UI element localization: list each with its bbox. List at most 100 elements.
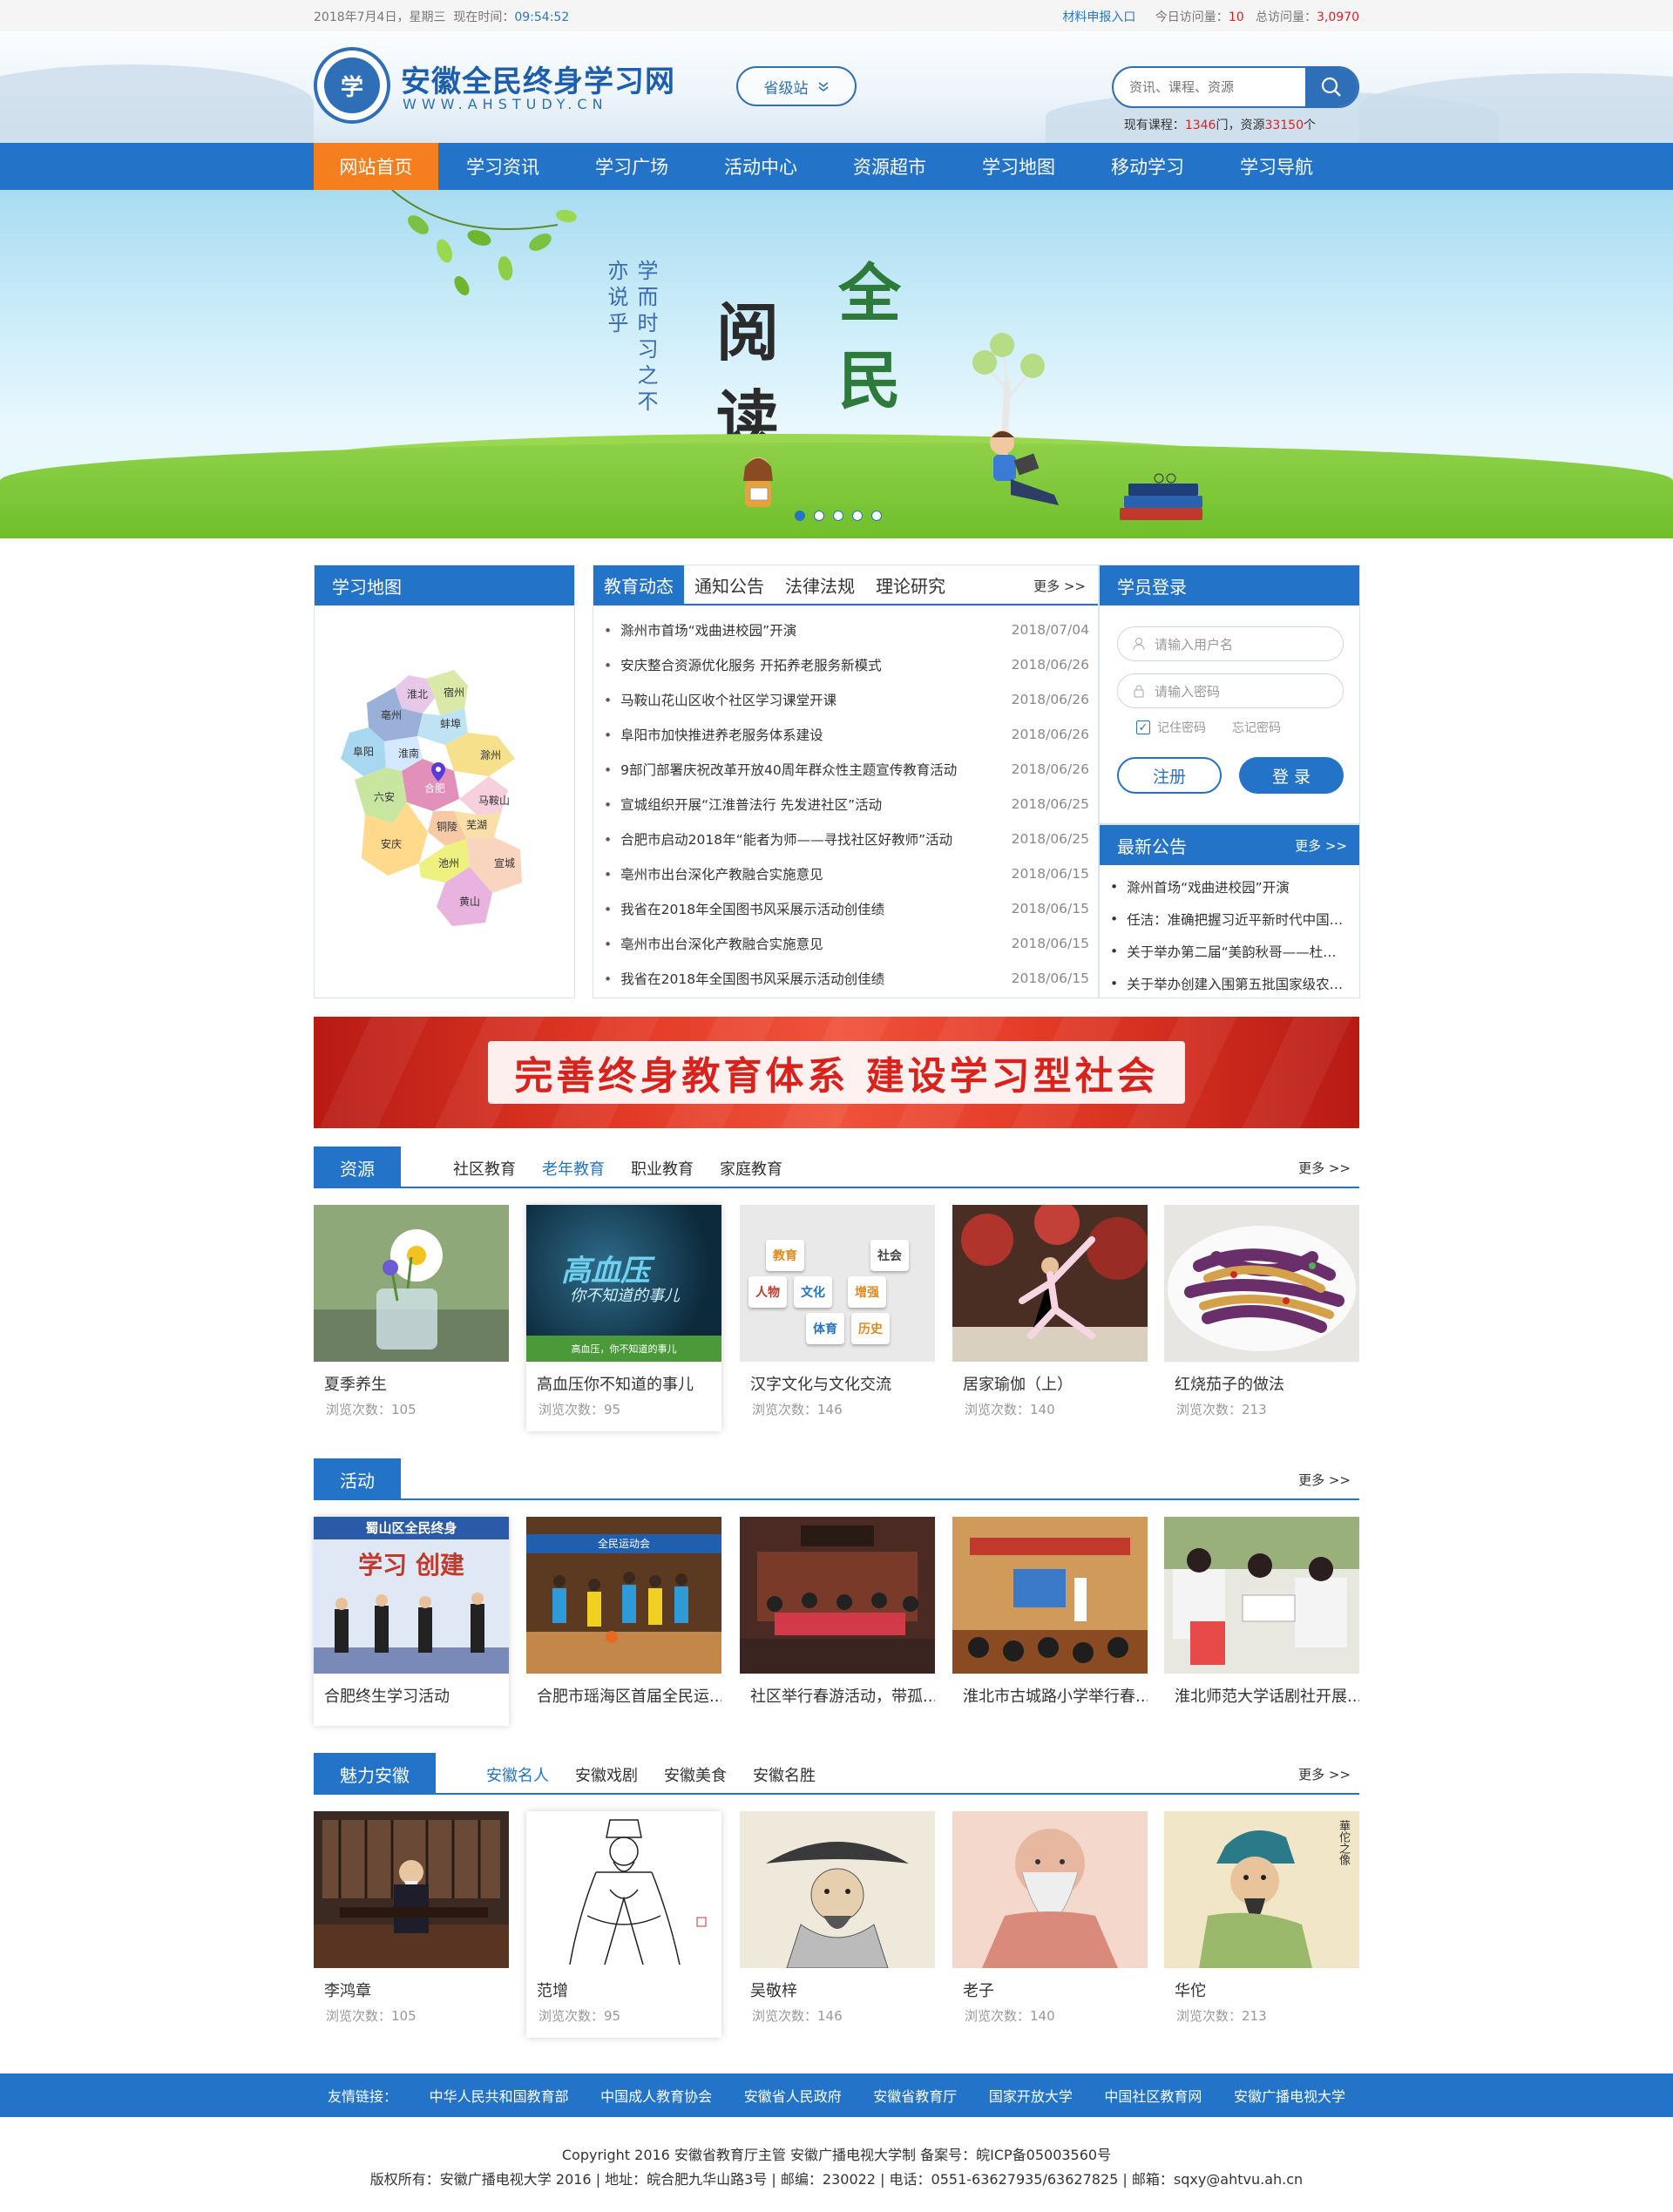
activity-card[interactable]: 淮北市古城路小学举行春... [952,1517,1148,1707]
news-item[interactable]: 我省在2018年全国图书风采展示活动创佳绩 2018/06/15 [602,961,1089,996]
notice-item[interactable]: 关于举办第二届“美韵秋哥——杜… [1110,935,1349,967]
site-logo[interactable]: 学 [314,47,390,124]
tab-laws[interactable]: 法律法规 [775,565,865,604]
news-item[interactable]: 亳州市出台深化产教融合实施意见 2018/06/15 [602,926,1089,961]
news-title: 我省在2018年全国图书风采展示活动创佳绩 [602,969,1002,988]
stats-prefix: 现有课程： [1123,118,1185,132]
charm-title: 魅力安徽 [314,1753,436,1795]
site-name[interactable]: 安徽全民终身学习网 [401,57,675,100]
news-date: 2018/06/26 [1011,692,1089,707]
carousel-dot[interactable] [795,511,805,521]
tab-family-edu[interactable]: 家庭教育 [720,1157,782,1180]
contact-line: 版权所有：安徽广播电视大学 2016 | 地址：皖合肥九华山路3号 | 邮编：2… [369,2171,1304,2188]
tab-notices[interactable]: 通知公告 [684,565,775,604]
resource-card[interactable]: 红烧茄子的做法 浏览次数：213 [1164,1205,1359,1418]
footer-link[interactable]: 国家开放大学 [989,2085,1073,2106]
visit-stats: 材料申报入口 今日访问量：10 总访问量：3,0970 [1062,8,1359,25]
charm-thumbnail [740,1811,935,1968]
charm-card[interactable]: 老子 浏览次数：140 [952,1811,1148,2025]
charm-more-link[interactable]: 更多 >> [1298,1765,1351,1783]
footer-link[interactable]: 安徽广播电视大学 [1234,2085,1345,2106]
news-title: 9部门部署庆祝改革开放40周年群众性主题宣传教育活动 [602,760,1002,779]
login-button[interactable]: 登 录 [1239,757,1344,794]
tab-senior-edu[interactable]: 老年教育 [542,1157,605,1180]
slogan-banner[interactable]: 完善终身教育体系 建设学习型社会 [314,1017,1359,1128]
nav-guide[interactable]: 学习导航 [1212,143,1341,190]
resource-card[interactable]: 居家瑜伽（上） 浏览次数：140 [952,1205,1148,1418]
nav-square[interactable]: 学习广场 [567,143,696,190]
news-item[interactable]: 宣城组织开展“江淮普法行 先发进社区”活动 2018/06/25 [602,787,1089,822]
activity-card[interactable]: 全民运动会 合肥市瑶海区首届全民运... [526,1517,721,1707]
nav-resource[interactable]: 资源超市 [825,143,954,190]
charm-card[interactable]: 華佗之像 华佗 浏览次数：213 [1164,1811,1359,2025]
portrait-caption: 華佗之像 [1337,1820,1350,1865]
hero-banner[interactable]: 学而时习之不亦说乎 阅 读 全 民 [0,190,1673,538]
site-url: WWW.AHSTUDY.CN [403,96,608,112]
anhui-map[interactable]: 淮北 宿州亳州蚌埠 阜阳 淮南 滁州合肥 六安 马鞍山芜湖铜陵 安庆池州 宣城黄山 [315,605,574,998]
notice-more-link[interactable]: 更多 >> [1295,836,1347,855]
tab-food[interactable]: 安徽美食 [664,1763,727,1786]
activity-card[interactable]: 淮北师范大学话剧社开展... [1164,1517,1359,1707]
tab-theory[interactable]: 理论研究 [865,565,956,604]
activity-card[interactable]: 蜀山区全民终身 学习 创建 合肥终生学习活动 [314,1517,509,1726]
charm-card[interactable]: 吴敬梓 浏览次数：146 [740,1811,935,2025]
tab-opera[interactable]: 安徽戏剧 [575,1763,638,1786]
news-item[interactable]: 9部门部署庆祝改革开放40周年群众性主题宣传教育活动 2018/06/26 [602,752,1089,787]
news-item[interactable]: 阜阳市加快推进养老服务体系建设 2018/06/26 [602,717,1089,752]
activity-thumbnail: 全民运动会 [526,1517,721,1674]
news-item[interactable]: 我省在2018年全国图书风采展示活动创佳绩 2018/06/15 [602,891,1089,926]
carousel-dot[interactable] [833,511,843,521]
notice-item[interactable]: 关于举办创建入围第五批国家级农… [1110,967,1349,999]
search-button[interactable] [1305,68,1358,106]
footer-link[interactable]: 中国社区教育网 [1104,2085,1202,2106]
province-dropdown[interactable]: 省级站 [736,66,857,106]
charm-name: 范增 [537,1982,568,2000]
news-more-link[interactable]: 更多 >> [1033,577,1086,595]
activity-thumbnail [952,1517,1148,1674]
svg-text:马鞍山: 马鞍山 [478,794,510,807]
activity-thumbnail [1164,1517,1359,1674]
resources-more-link[interactable]: 更多 >> [1298,1159,1351,1177]
charm-card[interactable]: 范增 浏览次数：95 [526,1811,721,2038]
report-link[interactable]: 材料申报入口 [1062,10,1135,24]
tab-community-edu[interactable]: 社区教育 [453,1157,516,1180]
remember-checkbox[interactable]: ✓ 记住密码 [1136,719,1206,736]
svg-text:宿州: 宿州 [444,686,464,699]
activities-more-link[interactable]: 更多 >> [1298,1471,1351,1489]
tab-education-news[interactable]: 教育动态 [593,565,684,604]
resource-card[interactable]: 夏季养生 浏览次数：105 [314,1205,509,1418]
carousel-dot[interactable] [814,511,824,521]
username-field[interactable]: 请输入用户名 [1117,626,1344,661]
carousel-dot[interactable] [871,511,882,521]
news-item[interactable]: 马鞍山花山区收个社区学习课堂开课 2018/06/26 [602,682,1089,717]
notice-item[interactable]: 滁州首场“戏曲进校园”开演 [1110,870,1349,903]
nav-mobile[interactable]: 移动学习 [1083,143,1212,190]
notice-item[interactable]: 任洁：准确把握习近平新时代中国… [1110,903,1349,935]
footer-link[interactable]: 中国成人教育协会 [600,2085,712,2106]
carousel-dot[interactable] [852,511,863,521]
register-button[interactable]: 注册 [1117,757,1222,794]
resource-card[interactable]: 教育 社会 人物 文化 增强 体育 历史 汉字文化与文化交流 浏览次数：146 [740,1205,935,1418]
tab-scenic[interactable]: 安徽名胜 [753,1763,816,1786]
nav-map[interactable]: 学习地图 [954,143,1083,190]
news-item[interactable]: 安庆整合资源优化服务 开拓养老服务新模式 2018/06/26 [602,647,1089,682]
forget-password-link[interactable]: 忘记密码 [1232,719,1281,736]
nav-home[interactable]: 网站首页 [314,143,438,190]
resource-card[interactable]: 高血压 你不知道的事儿 高血压，你不知道的事儿 高血压你不知道的事儿 浏览次数：… [526,1205,721,1431]
nav-activity[interactable]: 活动中心 [696,143,825,190]
news-item[interactable]: 滁州市首场“戏曲进校园”开演 2018/07/04 [602,612,1089,647]
news-item[interactable]: 亳州市出台深化产教融合实施意见 2018/06/15 [602,856,1089,891]
footer-link[interactable]: 中华人民共和国教育部 [430,2085,569,2106]
footer-link[interactable]: 安徽省教育厅 [873,2085,957,2106]
svg-text:亳州: 亳州 [381,708,402,721]
tab-famous-people[interactable]: 安徽名人 [486,1763,549,1786]
activity-card[interactable]: 社区举行春游活动，带孤... [740,1517,935,1707]
nav-news[interactable]: 学习资讯 [438,143,567,190]
news-item[interactable]: 合肥市启动2018年“能者为师——寻找社区好教师”活动 2018/06/25 [602,822,1089,856]
tab-vocational-edu[interactable]: 职业教育 [631,1157,694,1180]
charm-card[interactable]: 李鸿章 浏览次数：105 [314,1811,509,2025]
search-input[interactable] [1114,68,1305,106]
footer-link[interactable]: 安徽省人民政府 [744,2085,842,2106]
activity-name: 合肥市瑶海区首届全民运... [537,1688,721,1706]
password-field[interactable]: 请输入密码 [1117,673,1344,708]
